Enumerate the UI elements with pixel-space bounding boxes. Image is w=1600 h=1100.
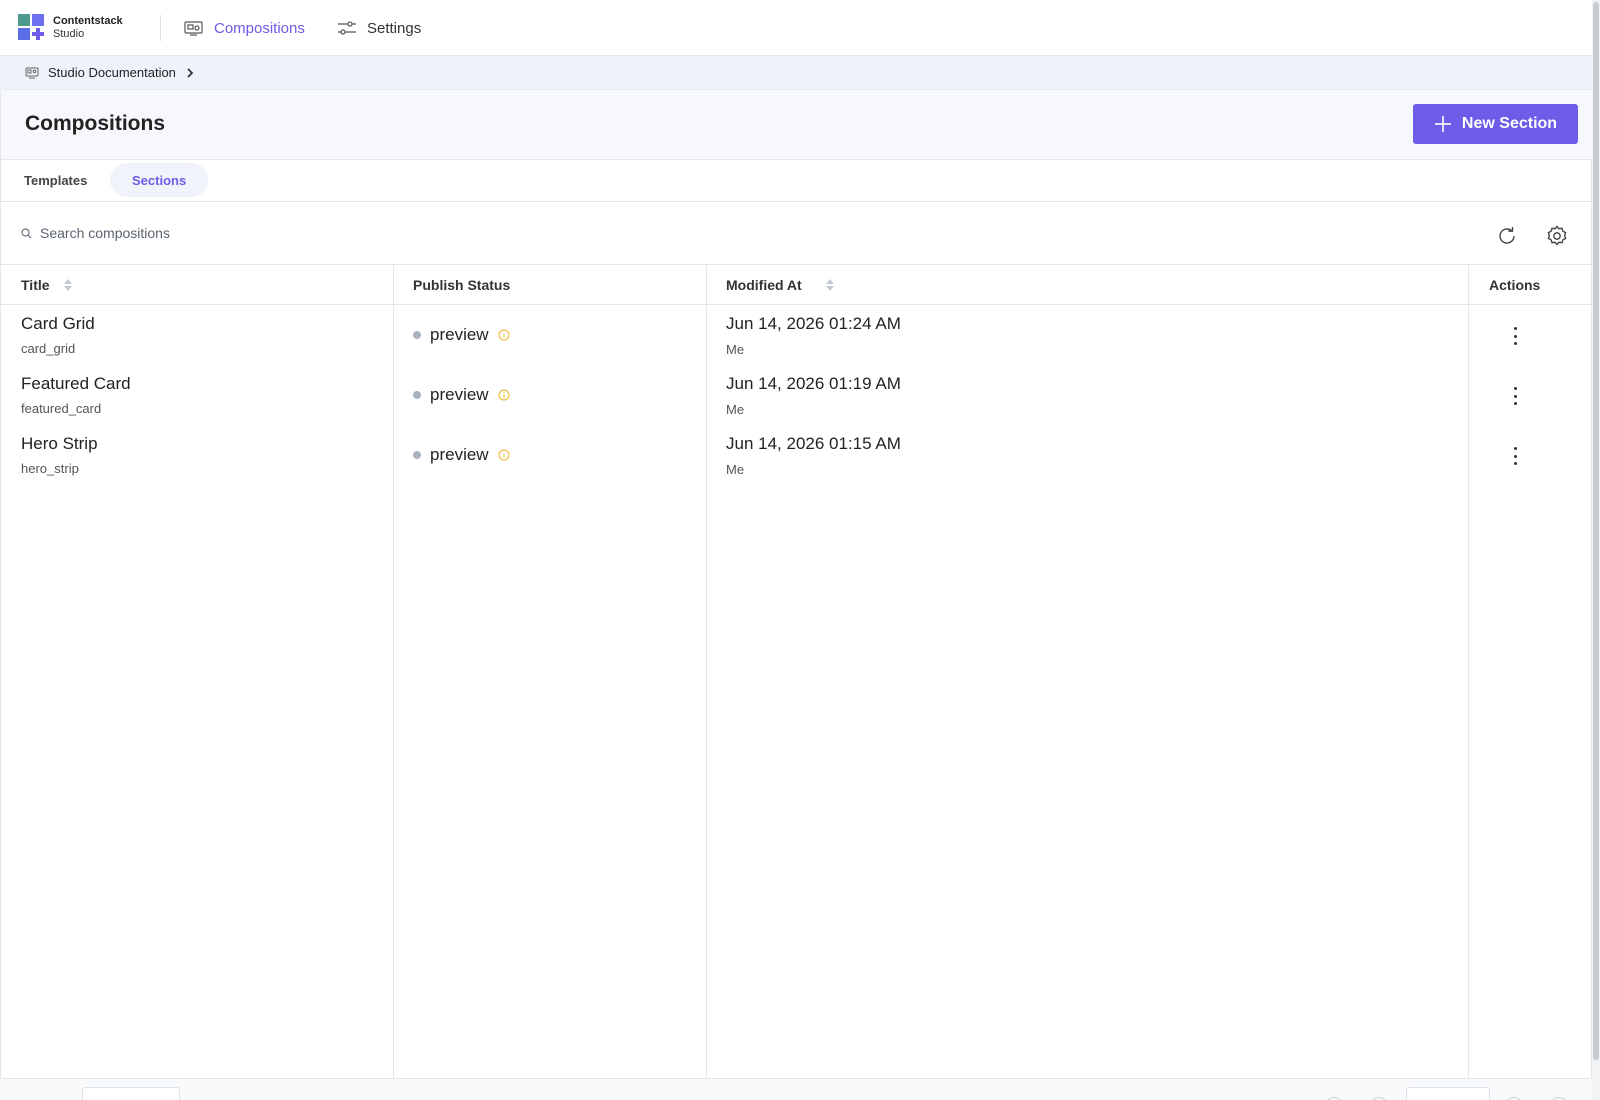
pagination-bar	[0, 1078, 1592, 1100]
status-badge: preview	[413, 325, 510, 345]
tab-templates[interactable]: Templates	[2, 163, 109, 197]
page-title: Compositions	[25, 112, 165, 135]
kebab-menu-icon[interactable]	[1505, 325, 1525, 347]
info-icon[interactable]	[498, 329, 510, 341]
scrollbar-thumb[interactable]	[1593, 2, 1599, 1060]
status-label: preview	[430, 445, 489, 464]
info-icon[interactable]	[498, 449, 510, 461]
modified-by: Me	[726, 402, 745, 417]
nav-compositions[interactable]: Compositions	[184, 17, 305, 39]
column-header-actions-label: Actions	[1489, 277, 1541, 293]
row-title[interactable]: Hero Strip	[21, 434, 98, 454]
brand-sub: Studio	[53, 28, 85, 40]
sliders-icon	[338, 21, 356, 35]
nav-divider	[160, 15, 161, 41]
status-dot	[413, 331, 421, 339]
new-section-button[interactable]: New Section	[1413, 104, 1578, 144]
compositions-table: Title Publish Status Modified At Actions…	[0, 264, 1592, 1079]
plus-icon	[1434, 116, 1451, 132]
chevron-right-icon	[187, 67, 194, 78]
row-uid: featured_card	[21, 401, 102, 416]
search-box	[21, 225, 440, 241]
row-title[interactable]: Card Grid	[21, 314, 95, 334]
page-number-input[interactable]	[1406, 1087, 1490, 1100]
search-input[interactable]	[40, 225, 440, 241]
table-row[interactable]: Featured Card featured_card preview Jun …	[1, 365, 1591, 425]
status-label: preview	[430, 325, 489, 344]
status-badge: preview	[413, 445, 510, 465]
toolbar	[0, 202, 1592, 264]
tab-sections[interactable]: Sections	[110, 163, 209, 197]
column-header-publish-status: Publish Status	[413, 265, 510, 305]
tab-bar: Templates Sections	[0, 160, 1592, 202]
modified-date: Jun 14, 2026 01:24 AM	[726, 314, 901, 333]
column-header-modified-at-label: Modified At	[726, 277, 802, 293]
column-header-actions: Actions	[1489, 265, 1540, 305]
top-nav: Contentstack Studio Compositions Setting…	[0, 0, 1592, 56]
modified-by: Me	[726, 462, 745, 477]
modified-by: Me	[726, 342, 745, 357]
row-title[interactable]: Featured Card	[21, 374, 131, 394]
compositions-icon	[184, 21, 203, 36]
column-header-title[interactable]: Title	[21, 265, 72, 305]
new-section-label: New Section	[1461, 115, 1558, 132]
nav-settings[interactable]: Settings	[337, 17, 421, 39]
info-icon[interactable]	[498, 389, 510, 401]
status-badge: preview	[413, 385, 510, 405]
brand-name: Contentstack	[53, 15, 123, 27]
modified-date: Jun 14, 2026 01:19 AM	[726, 374, 901, 393]
sort-icon[interactable]	[63, 279, 72, 291]
table-row[interactable]: Hero Strip hero_strip preview Jun 14, 20…	[1, 425, 1591, 485]
gear-icon[interactable]	[1545, 224, 1569, 248]
column-header-publish-status-label: Publish Status	[413, 277, 511, 293]
project-icon	[25, 67, 39, 78]
status-dot	[413, 451, 421, 459]
refresh-icon[interactable]	[1495, 224, 1519, 248]
page-size-select[interactable]	[82, 1087, 180, 1100]
modified-date: Jun 14, 2026 01:15 AM	[726, 434, 901, 453]
status-label: preview	[430, 385, 489, 404]
row-uid: card_grid	[21, 341, 76, 356]
breadcrumb-project[interactable]: Studio Documentation	[25, 65, 195, 80]
brand-text: Contentstack Studio	[53, 15, 123, 40]
kebab-menu-icon[interactable]	[1505, 385, 1525, 407]
row-uid: hero_strip	[21, 461, 79, 476]
status-dot	[413, 391, 421, 399]
search-icon	[21, 227, 32, 238]
nav-compositions-label: Compositions	[214, 19, 305, 37]
table-row[interactable]: Card Grid card_grid preview Jun 14, 2026…	[1, 305, 1591, 365]
sort-icon[interactable]	[825, 279, 834, 291]
column-header-title-label: Title	[21, 277, 50, 293]
page-header: Compositions New Section	[0, 90, 1592, 160]
nav-settings-label: Settings	[367, 19, 422, 37]
breadcrumb-project-label: Studio Documentation	[48, 65, 176, 80]
kebab-menu-icon[interactable]	[1505, 445, 1525, 467]
table-header: Title Publish Status Modified At Actions	[1, 265, 1591, 305]
column-header-modified-at[interactable]: Modified At	[726, 265, 834, 305]
contentstack-logo-icon[interactable]	[18, 14, 46, 42]
breadcrumb: Studio Documentation	[0, 56, 1592, 90]
